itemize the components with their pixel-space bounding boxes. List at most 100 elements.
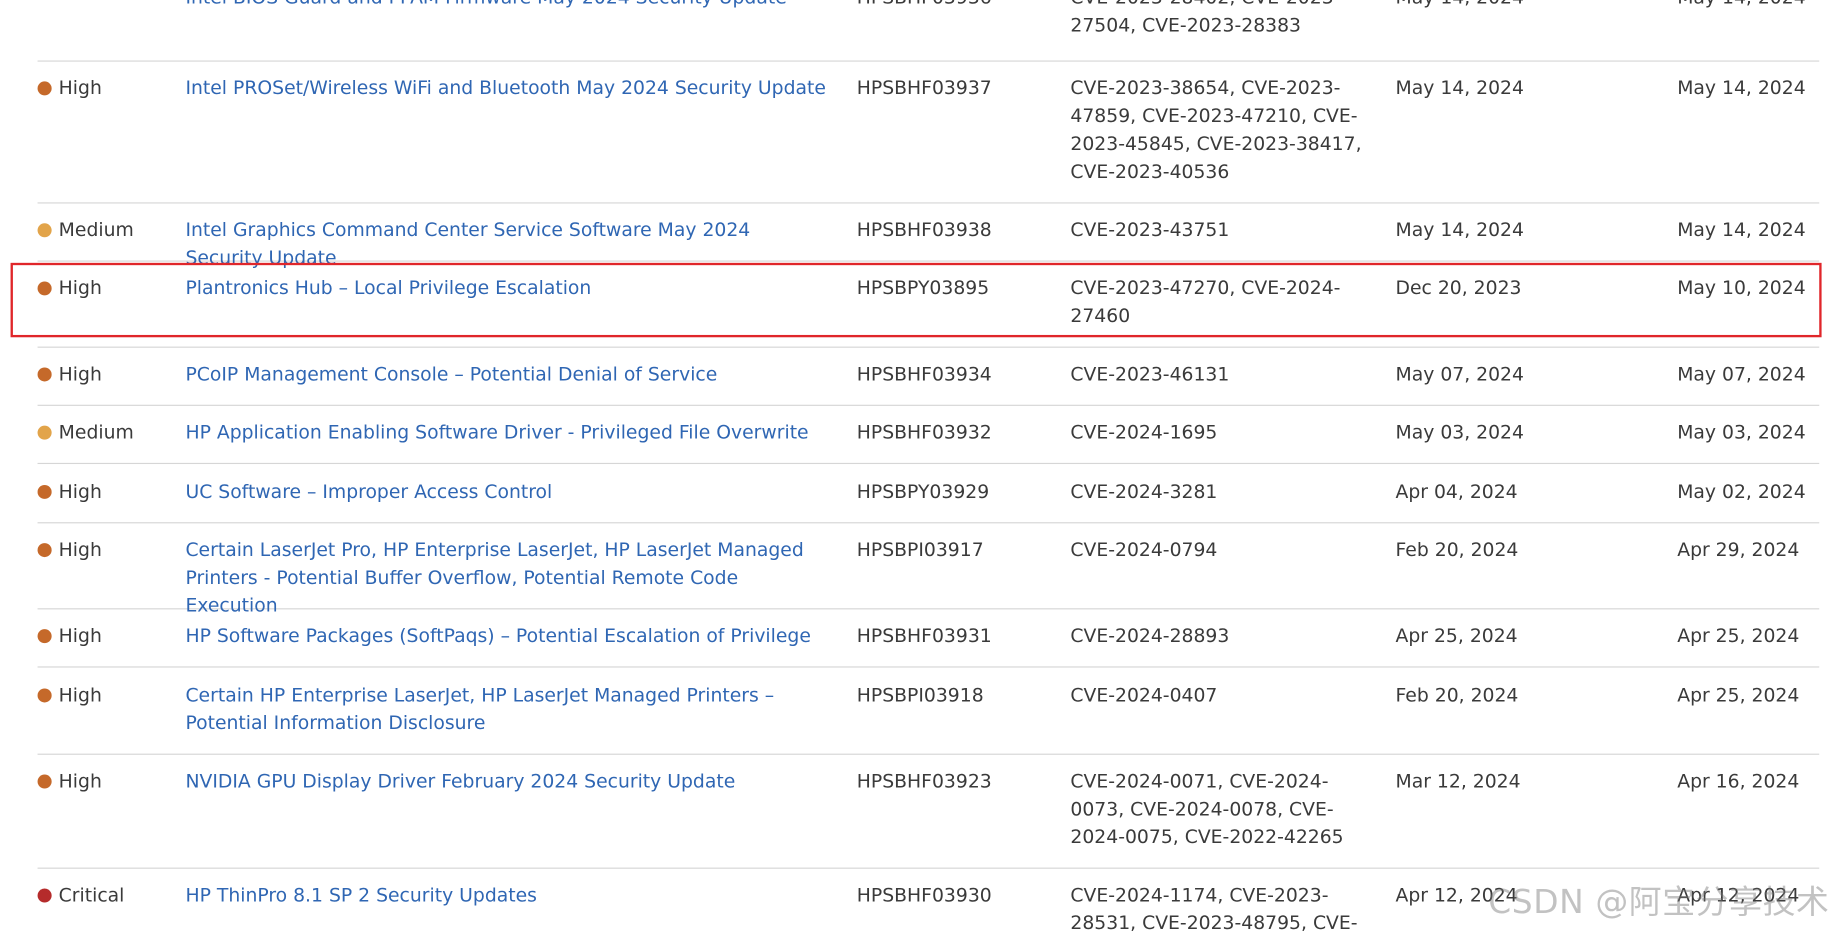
last-updated-date: Apr 29, 2024 xyxy=(1677,538,1800,561)
severity-cell: Medium xyxy=(37,419,179,447)
bulletin-id: HPSBHF03937 xyxy=(856,76,992,99)
bulletin-id: HPSBHF03936 xyxy=(857,0,1057,12)
highlight-box xyxy=(10,262,1822,338)
cve-list: CVE-2024-1174, CVE-2023-28531, CVE-2023-… xyxy=(1070,883,1358,934)
bulletin-id: HPSBHF03930 xyxy=(856,883,992,906)
severity-cell: High xyxy=(37,478,179,506)
cve-list: CVE-2023-38654, CVE-2023-47859, CVE-2023… xyxy=(1070,76,1362,183)
bulletin-title-link[interactable]: HP Software Packages (SoftPaqs) – Potent… xyxy=(185,625,810,647)
severity-cell: --- xyxy=(38,0,179,12)
bulletin-title-cell: HP ThinPro 8.1 SP 2 Security Updates xyxy=(185,882,831,910)
table-row: High Intel PROSet/Wireless WiFi and Bluet… xyxy=(37,74,1820,204)
cve-list: CVE-2023-46131 xyxy=(1070,362,1230,385)
severity-label: --- xyxy=(38,0,58,8)
bulletin-title-cell: Certain HP Enterprise LaserJet, HP Laser… xyxy=(185,682,831,738)
table-row: --- Intel BIOS Guard and PPAM Firmware Ma… xyxy=(37,0,1820,62)
severity-label: Medium xyxy=(58,421,134,444)
bulletin-id: HPSBPI03917 xyxy=(856,538,984,561)
severity-cell: High xyxy=(37,536,179,564)
security-bulletin-table: --- Intel BIOS Guard and PPAM Firmware Ma… xyxy=(0,0,1838,942)
first-published-date: May 07, 2024 xyxy=(1395,362,1524,385)
severity-cell: High xyxy=(37,361,179,389)
bulletin-id: HPSBHF03932 xyxy=(856,421,992,444)
severity-label: High xyxy=(58,683,102,706)
severity-dot-icon xyxy=(37,888,52,903)
severity-dot-icon xyxy=(37,425,52,440)
last-updated-date: Apr 16, 2024 xyxy=(1677,769,1800,793)
severity-cell: High xyxy=(37,768,179,796)
bulletin-title-cell: UC Software – Improper Access Control xyxy=(185,478,831,506)
table-row: High Certain LaserJet Pro, HP Enterprise … xyxy=(37,536,1820,616)
table-row: High Certain HP Enterprise LaserJet, HP L… xyxy=(37,682,1820,755)
last-updated-date: May 14, 2024 xyxy=(1677,76,1806,99)
bulletin-title-link[interactable]: NVIDIA GPU Display Driver February 2024 … xyxy=(185,770,735,792)
severity-label: High xyxy=(58,538,102,561)
severity-cell: High xyxy=(37,682,179,710)
bulletin-title-link[interactable]: HP ThinPro 8.1 SP 2 Security Updates xyxy=(185,884,537,906)
first-published-date: Feb 20, 2024 xyxy=(1395,683,1519,706)
bulletin-title-link[interactable]: UC Software – Improper Access Control xyxy=(185,480,552,502)
table-row: High HP Software Packages (SoftPaqs) – Po… xyxy=(37,622,1820,668)
bulletin-title-cell: HP Application Enabling Software Driver … xyxy=(185,419,831,447)
bulletin-title-link[interactable]: Intel PROSet/Wireless WiFi and Bluetooth… xyxy=(185,77,825,99)
cve-list: CVE-2024-0794 xyxy=(1070,538,1218,561)
bulletin-title-cell: Intel BIOS Guard and PPAM Firmware May 2… xyxy=(185,0,831,12)
severity-dot-icon xyxy=(37,629,52,644)
first-published-date: May 14, 2024 xyxy=(1395,218,1524,241)
bulletin-id: HPSBHF03934 xyxy=(856,362,992,385)
table-row: Medium HP Application Enabling Software D… xyxy=(37,419,1820,465)
bulletin-id: HPSBHF03923 xyxy=(856,769,992,793)
first-published-date: May 14, 2024 xyxy=(1395,76,1524,99)
cve-list: CVE-2024-28893 xyxy=(1070,624,1230,647)
bulletin-title-link[interactable]: Certain LaserJet Pro, HP Enterprise Lase… xyxy=(185,538,803,616)
bulletin-title-link[interactable]: Certain HP Enterprise LaserJet, HP Laser… xyxy=(185,684,774,734)
table-row: High UC Software – Improper Access Contro… xyxy=(37,478,1820,524)
first-published-date: Apr 04, 2024 xyxy=(1395,480,1518,503)
cve-list: CVE-2023-28402, CVE-2023-27504, CVE-2023… xyxy=(1070,0,1340,37)
table-row: High NVIDIA GPU Display Driver February 2… xyxy=(37,768,1820,869)
last-updated-date: May 02, 2024 xyxy=(1677,480,1806,503)
severity-dot-icon xyxy=(37,484,52,499)
first-published-date: May 14, 2024 xyxy=(1396,0,1631,12)
cve-list: CVE-2023-43751 xyxy=(1070,218,1230,241)
bulletin-title-cell: HP Software Packages (SoftPaqs) – Potent… xyxy=(185,622,831,650)
bulletin-id: HPSBHF03938 xyxy=(856,218,992,241)
bulletin-title-cell: PCoIP Management Console – Potential Den… xyxy=(185,361,831,389)
bulletin-title-cell: Certain LaserJet Pro, HP Enterprise Lase… xyxy=(185,536,831,620)
table-row: High PCoIP Management Console – Potential… xyxy=(37,361,1820,406)
first-published-date: May 03, 2024 xyxy=(1395,421,1524,444)
bulletin-id: HPSBHF03931 xyxy=(856,624,992,647)
bulletin-title-link[interactable]: Intel Graphics Command Center Service So… xyxy=(185,219,750,269)
severity-label: High xyxy=(58,76,102,99)
bulletin-title-link[interactable]: PCoIP Management Console – Potential Den… xyxy=(185,363,717,385)
cve-list: CVE-2024-1695 xyxy=(1070,421,1218,444)
severity-label: Medium xyxy=(58,218,134,241)
first-published-date: Mar 12, 2024 xyxy=(1395,769,1521,793)
severity-label: High xyxy=(58,362,102,385)
severity-label: High xyxy=(58,769,102,793)
first-published-date: Feb 20, 2024 xyxy=(1395,538,1519,561)
first-published-date: Apr 25, 2024 xyxy=(1395,624,1518,647)
bulletin-id: HPSBPY03929 xyxy=(856,480,990,503)
severity-label: High xyxy=(58,624,102,647)
last-updated-date: May 14, 2024 xyxy=(1677,218,1806,241)
cve-list: CVE-2024-3281 xyxy=(1070,480,1218,503)
severity-dot-icon xyxy=(37,774,52,789)
bulletin-title-link[interactable]: Intel BIOS Guard and PPAM Firmware May 2… xyxy=(185,0,786,8)
watermark: CSDN @阿宝分享技术 xyxy=(1488,882,1830,922)
bulletin-title-cell: NVIDIA GPU Display Driver February 2024 … xyxy=(185,768,831,796)
severity-dot-icon xyxy=(37,367,52,382)
table-row: Medium Intel Graphics Command Center Serv… xyxy=(37,216,1820,269)
bulletin-id: HPSBPI03918 xyxy=(856,683,984,706)
severity-dot-icon xyxy=(37,81,52,96)
severity-label: High xyxy=(58,480,102,503)
severity-cell: Critical xyxy=(37,882,179,910)
cve-list: CVE-2024-0407 xyxy=(1070,683,1218,706)
bulletin-title-link[interactable]: HP Application Enabling Software Driver … xyxy=(185,421,808,443)
severity-cell: Medium xyxy=(37,216,179,244)
severity-cell: High xyxy=(37,622,179,650)
severity-dot-icon xyxy=(37,223,52,238)
bulletin-title-cell: Intel PROSet/Wireless WiFi and Bluetooth… xyxy=(185,74,831,102)
last-updated-date: May 14, 2024 xyxy=(1677,0,1818,12)
last-updated-date: Apr 25, 2024 xyxy=(1677,624,1800,647)
